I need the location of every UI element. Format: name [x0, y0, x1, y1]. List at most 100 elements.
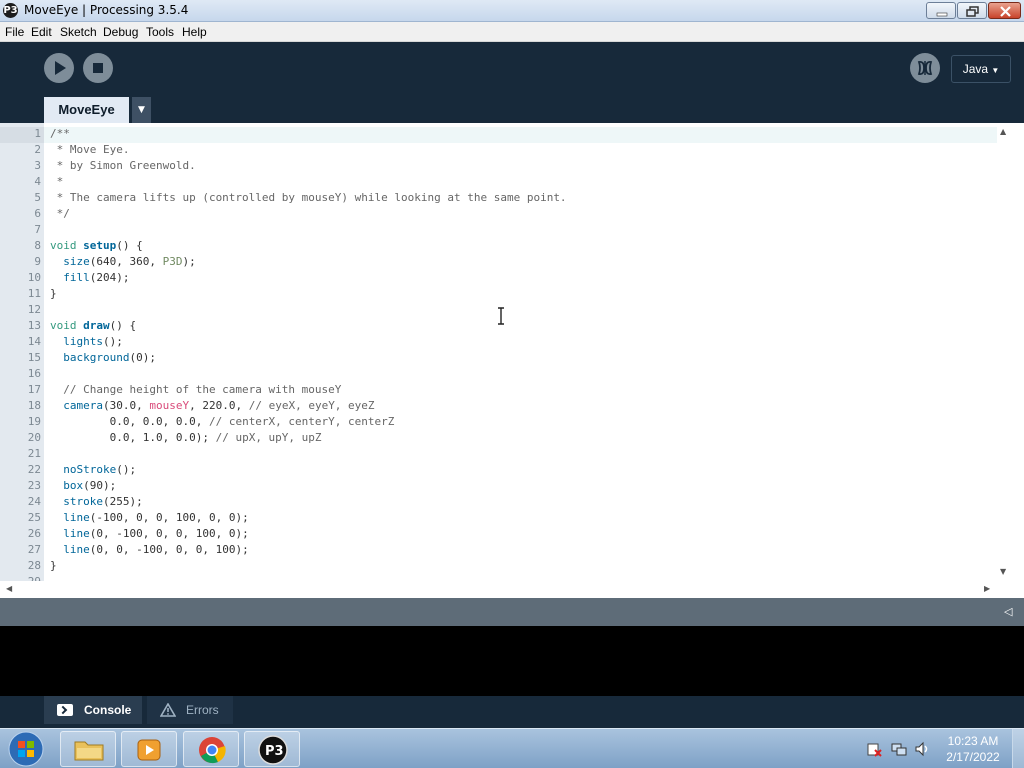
code-line: // Change height of the camera with mous… — [50, 383, 341, 396]
line-number-row: 19 — [0, 415, 44, 431]
code-line-row: line(-100, 0, 0, 100, 0, 0); — [44, 511, 997, 527]
code-line: fill(204); — [50, 271, 129, 284]
console-output[interactable] — [0, 626, 1024, 696]
code-token: (0, -100, 0, 0, 100, 0); — [89, 527, 249, 540]
code-line-row: background(0); — [44, 351, 997, 367]
code-token: void — [50, 239, 77, 252]
scroll-right-icon[interactable]: ▶ — [984, 584, 990, 593]
menu-sketch[interactable]: Sketch — [60, 25, 97, 39]
taskbar-clock[interactable]: 10:23 AM 2/17/2022 — [940, 733, 1006, 765]
code-editor[interactable]: /** * Move Eye. * by Simon Greenwold. * … — [44, 123, 997, 581]
code-token: line — [63, 527, 90, 540]
line-number-row: 6 — [0, 207, 44, 223]
code-line-row: } — [44, 287, 997, 303]
line-number: 3 — [34, 159, 41, 172]
code-token: void — [50, 319, 77, 332]
code-line-row: noStroke(); — [44, 463, 997, 479]
line-number: 22 — [27, 463, 41, 476]
code-line-row — [44, 447, 997, 463]
line-number-row: 25 — [0, 511, 44, 527]
code-line-row: box(90); — [44, 479, 997, 495]
taskbar-media-player-button[interactable] — [121, 731, 177, 767]
tab-errors[interactable]: Errors — [147, 696, 233, 724]
code-line: * — [50, 175, 64, 188]
chrome-icon — [199, 737, 226, 764]
run-button[interactable] — [44, 53, 74, 83]
line-number-row: 22 — [0, 463, 44, 479]
action-center-icon[interactable] — [866, 741, 882, 757]
restore-button[interactable] — [957, 2, 987, 19]
minimize-icon — [936, 12, 948, 17]
minimize-button[interactable] — [926, 2, 956, 19]
line-number: 26 — [27, 527, 41, 540]
scroll-down-icon[interactable]: ▼ — [1000, 567, 1006, 576]
code-line-row: * by Simon Greenwold. — [44, 159, 997, 175]
horizontal-scrollbar[interactable]: ◀ ▶ — [0, 581, 997, 598]
code-token: (90); — [83, 479, 117, 492]
show-desktop-button[interactable] — [1012, 729, 1024, 768]
volume-icon[interactable] — [914, 741, 930, 757]
menu-tools[interactable]: Tools — [146, 25, 174, 39]
code-line: line(0, -100, 0, 0, 100, 0); — [50, 527, 249, 540]
code-line-row: size(640, 360, P3D); — [44, 255, 997, 271]
code-line: * by Simon Greenwold. — [50, 159, 196, 172]
line-number-row: 14 — [0, 335, 44, 351]
line-number: 1 — [34, 127, 41, 140]
code-token: (); — [103, 335, 123, 348]
taskbar-explorer-button[interactable] — [60, 731, 116, 767]
code-token: */ — [50, 207, 70, 220]
taskbar-chrome-button[interactable] — [183, 731, 239, 767]
taskbar-processing-button[interactable]: P3 — [244, 731, 300, 767]
menu-help[interactable]: Help — [182, 25, 207, 39]
code-token: background — [63, 351, 130, 364]
menu-file[interactable]: File — [5, 25, 24, 39]
code-token: () { — [109, 319, 137, 332]
tab-menu-button[interactable]: ▼ — [132, 97, 151, 123]
code-token: line — [63, 511, 90, 524]
debugger-button[interactable] — [910, 53, 940, 83]
code-token: /** — [50, 127, 70, 140]
code-line: * Move Eye. — [50, 143, 130, 156]
scroll-left-icon[interactable]: ◀ — [6, 584, 12, 593]
windows-taskbar: P3 10:23 AM 2/17/2022 — [0, 728, 1024, 768]
code-token: * — [50, 175, 64, 188]
scroll-up-icon[interactable]: ▲ — [1000, 127, 1006, 136]
windows-logo-icon — [8, 731, 44, 767]
menu-edit[interactable]: Edit — [31, 25, 52, 39]
code-line-row: // Change height of the camera with mous… — [44, 383, 997, 399]
code-line-row — [44, 223, 997, 239]
line-number: 6 — [34, 207, 41, 220]
console-tabs-bar: Console Errors — [0, 696, 1024, 728]
code-line: } — [50, 287, 57, 300]
code-token: P3D — [162, 255, 183, 268]
restore-icon — [966, 6, 979, 17]
line-number-row: 7 — [0, 223, 44, 239]
collapse-console-icon[interactable]: ◁ — [1004, 605, 1012, 618]
line-number-row: 13 — [0, 319, 44, 335]
stop-button[interactable] — [83, 53, 113, 83]
sketch-tab[interactable]: MoveEye — [44, 97, 129, 123]
code-line-row: void setup() { — [44, 239, 997, 255]
network-icon[interactable] — [891, 741, 907, 757]
code-line-row: * Move Eye. — [44, 143, 997, 159]
menu-debug[interactable]: Debug — [103, 25, 138, 39]
vertical-scrollbar[interactable]: ▲ ▼ — [997, 123, 1012, 581]
line-number-row: 26 — [0, 527, 44, 543]
code-token: size — [63, 255, 90, 268]
line-number: 9 — [34, 255, 41, 268]
close-button[interactable] — [988, 2, 1021, 19]
mode-selector[interactable]: Java ▼ — [951, 55, 1011, 83]
tab-console[interactable]: Console — [44, 696, 142, 724]
code-token: (-100, 0, 0, 100, 0, 0); — [89, 511, 249, 524]
start-button[interactable] — [6, 730, 46, 768]
media-player-icon — [137, 739, 161, 761]
code-line: stroke(255); — [50, 495, 143, 508]
chevron-down-icon: ▼ — [138, 105, 145, 115]
line-number: 7 — [34, 223, 41, 236]
code-line: } — [50, 559, 57, 572]
code-line: 0.0, 0.0, 0.0, // centerX, centerY, cent… — [50, 415, 395, 428]
